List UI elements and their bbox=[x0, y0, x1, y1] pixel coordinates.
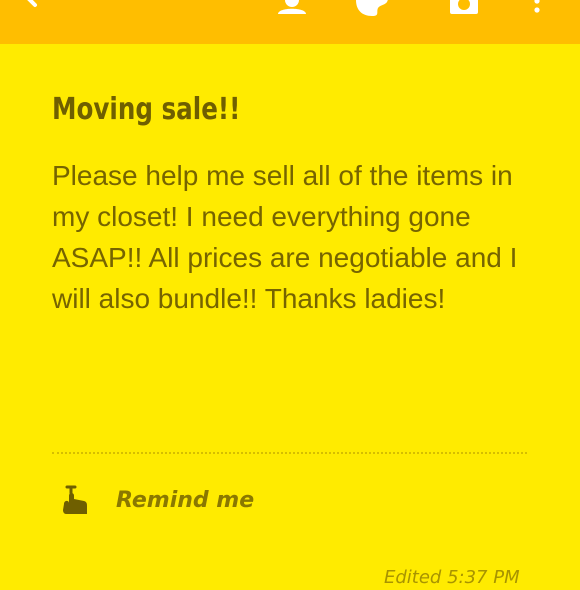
remind-me-button[interactable]: Remind me bbox=[52, 478, 312, 522]
app-toolbar bbox=[0, 0, 580, 44]
note-title[interactable]: Moving sale!! bbox=[52, 88, 446, 132]
pointing-hand-icon bbox=[60, 484, 92, 518]
edited-timestamp: Edited 5:37 PM bbox=[384, 567, 520, 588]
divider bbox=[52, 452, 527, 454]
camera-icon[interactable] bbox=[442, 0, 486, 44]
overflow-menu-icon[interactable] bbox=[522, 0, 552, 44]
person-icon[interactable] bbox=[270, 0, 314, 44]
note-body[interactable]: Please help me sell all of the items in … bbox=[52, 155, 522, 319]
remind-me-label: Remind me bbox=[116, 488, 255, 513]
palette-icon[interactable] bbox=[350, 0, 394, 44]
back-arrow-icon[interactable] bbox=[22, 0, 62, 44]
